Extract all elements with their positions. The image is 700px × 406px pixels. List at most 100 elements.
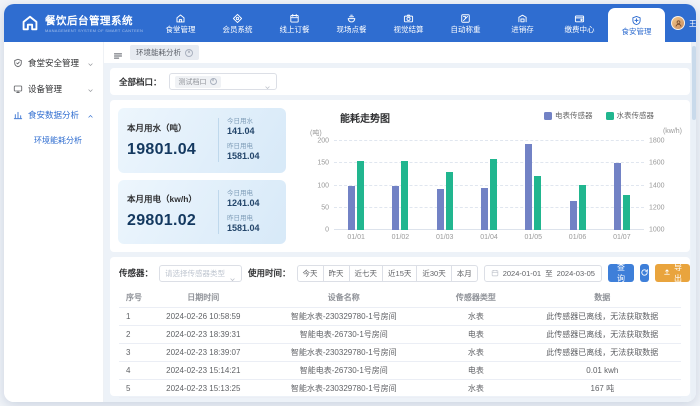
stat-cards: 本月用水（吨）19801.04今日用水141.04昨日用电1581.04本月用电… <box>118 108 286 244</box>
legend-swatch <box>606 112 614 120</box>
table-cell: 2024-02-23 18:39:31 <box>147 326 259 344</box>
bar-water[interactable] <box>446 172 453 230</box>
table-cell: 1 <box>119 308 147 326</box>
sidebar-subitem-env-energy-analysis[interactable]: 环境能耗分析 <box>4 128 103 152</box>
nav-label: 自动称重 <box>451 24 481 35</box>
tab-label: 环境能耗分析 <box>136 47 181 58</box>
bar-water[interactable] <box>490 159 497 230</box>
legend-swatch <box>544 112 552 120</box>
nav-onsite-order[interactable]: 现场点餐 <box>323 4 380 42</box>
table-cell: 此传感器已离线，无法获取数据 <box>524 326 681 344</box>
stall-select[interactable]: 测试档口 × <box>169 73 277 90</box>
bar-electric[interactable] <box>392 186 399 231</box>
stall-tag-label: 测试档口 <box>179 77 207 87</box>
sidebar-item-device-mgmt[interactable]: 设备管理 <box>4 76 103 102</box>
bar-electric[interactable] <box>525 144 532 230</box>
x-axis-label: 01/03 <box>436 234 454 241</box>
quick-date-button[interactable]: 近七天 <box>349 265 384 282</box>
nav-label: 进销存 <box>511 24 534 35</box>
table-cell: 5 <box>119 380 147 398</box>
quick-date-button[interactable]: 近15天 <box>382 265 417 282</box>
nav-online-order[interactable]: 线上订餐 <box>266 4 323 42</box>
right-axis-tick: 1200 <box>649 204 665 211</box>
bar-water[interactable] <box>534 176 541 230</box>
bar-electric[interactable] <box>614 163 621 230</box>
table-row[interactable]: 12024-02-26 10:58:59智能水表-230329780-1号房间水… <box>119 308 681 326</box>
table-cell: 水表 <box>428 380 524 398</box>
nav-payment-center[interactable]: 缴费中心 <box>551 4 608 42</box>
nav-label: 食堂管理 <box>166 24 196 35</box>
export-label: 导出 <box>674 262 682 284</box>
table-row[interactable]: 62024-02-22 18:38:41智能水表-230329780-1号房间水… <box>119 398 681 403</box>
stat-title: 本月用水（吨） <box>127 122 210 134</box>
table-header: 传感器类型 <box>428 288 524 308</box>
bar-electric[interactable] <box>348 186 355 231</box>
sensor-type-select[interactable]: 请选择传感器类型 <box>159 265 242 282</box>
table-cell: 电表 <box>428 362 524 380</box>
nav-canteen-mgmt[interactable]: 食堂管理 <box>152 4 209 42</box>
legend-item[interactable]: 水表传感器 <box>606 110 655 121</box>
x-axis-label: 01/07 <box>613 234 631 241</box>
stat-sub-value: 141.04 <box>227 126 277 136</box>
user-menu[interactable]: 王茜茜，采购经理 <box>665 4 696 42</box>
bowl-icon <box>346 11 357 22</box>
time-filter-label: 使用时间： <box>248 267 291 279</box>
table-row[interactable]: 42024-02-23 15:14:21智能电表-26730-1号房间电表0.0… <box>119 362 681 380</box>
quick-date-button[interactable]: 昨天 <box>323 265 350 282</box>
nav-label: 缴费中心 <box>565 24 595 35</box>
sidebar-item-food-safety-analysis[interactable]: 食安数据分析 <box>4 102 103 128</box>
remove-tag-icon[interactable]: × <box>210 78 217 85</box>
nav-auto-weigh[interactable]: 自动称重 <box>437 4 494 42</box>
left-axis-tick: 200 <box>317 138 329 145</box>
refresh-button[interactable] <box>640 264 649 282</box>
left-axis-tick: 0 <box>325 227 329 234</box>
nav-food-safety[interactable]: 食安管理 <box>608 8 665 42</box>
date-range-picker[interactable]: 2024-01-01 至 2024-03-05 <box>484 265 602 282</box>
bar-water[interactable] <box>579 185 586 230</box>
bar-water[interactable] <box>623 195 630 230</box>
stat-sub-label: 今日用电 <box>227 187 277 197</box>
badge-icon <box>232 11 243 22</box>
export-button[interactable]: 导出 <box>655 264 690 282</box>
scrollbar-thumb[interactable] <box>692 46 696 120</box>
bar-electric[interactable] <box>481 188 488 230</box>
quick-date-button[interactable]: 今天 <box>297 265 324 282</box>
bar-electric[interactable] <box>437 189 444 230</box>
scrollbar-track[interactable] <box>691 42 696 402</box>
menu-toggle-icon[interactable] <box>113 48 123 58</box>
top-nav: 食堂管理 会员系统 线上订餐现场点餐视觉结算自动称重 进销存 缴费中心 食安管理 <box>152 4 665 42</box>
stall-tag: 测试档口 × <box>175 76 221 88</box>
chevron-down-icon <box>87 60 94 67</box>
table-cell: 智能水表-230329780-1号房间 <box>259 344 428 362</box>
tab-env-energy[interactable]: 环境能耗分析 × <box>130 45 199 60</box>
bar-water[interactable] <box>401 161 408 230</box>
quick-date-button[interactable]: 近30天 <box>416 265 451 282</box>
user-name: 王茜茜，采购经理 <box>689 18 696 29</box>
table-cell: 3 <box>119 344 147 362</box>
close-tab-icon[interactable]: × <box>185 49 193 57</box>
bar-electric[interactable] <box>570 201 577 230</box>
quick-date-button[interactable]: 本月 <box>451 265 478 282</box>
table-cell: 此传感器已离线，无法获取数据 <box>524 344 681 362</box>
sidebar-item-canteen-safety-mgmt[interactable]: 食堂安全管理 <box>4 50 103 76</box>
search-button[interactable]: 查询 <box>608 264 634 282</box>
stat-value: 29801.02 <box>127 212 210 230</box>
table-row[interactable]: 52024-02-23 15:13:25智能水表-230329780-1号房间水… <box>119 380 681 398</box>
nav-vision-checkout[interactable]: 视觉结算 <box>380 4 437 42</box>
table-row[interactable]: 22024-02-23 18:39:31智能电表-26730-1号房间电表此传感… <box>119 326 681 344</box>
legend-label: 电表传感器 <box>555 110 593 121</box>
legend-item[interactable]: 电表传感器 <box>544 110 593 121</box>
table-row[interactable]: 32024-02-23 18:39:07智能水表-230329780-1号房间水… <box>119 344 681 362</box>
left-axis-tick: 50 <box>321 204 329 211</box>
table-cell: 2024-02-23 15:13:25 <box>147 380 259 398</box>
app-header: 餐饮后台管理系统 MANAGEMENT SYSTEM OF SMART CANT… <box>4 4 696 42</box>
right-axis-tick: 1000 <box>649 227 665 234</box>
nav-member-system[interactable]: 会员系统 <box>209 4 266 42</box>
records-table: 序号日期时间设备名称传感器类型数据 12024-02-26 10:58:59智能… <box>119 288 681 402</box>
nav-label: 会员系统 <box>223 24 253 35</box>
table-cell: 水表 <box>428 398 524 403</box>
table-cell: 智能电表-26730-1号房间 <box>259 362 428 380</box>
bar-water[interactable] <box>357 161 364 230</box>
table-cell: 智能电表-26730-1号房间 <box>259 326 428 344</box>
nav-inventory[interactable]: 进销存 <box>494 4 551 42</box>
